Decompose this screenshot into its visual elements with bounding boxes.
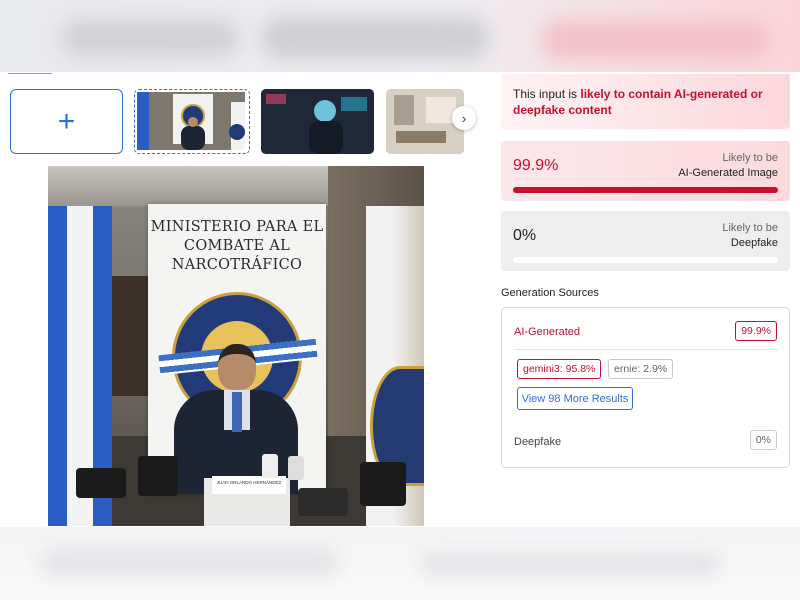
- deepfake-progress: [513, 257, 778, 263]
- notice-prefix: This input is: [513, 87, 581, 101]
- source-deepfake-label: Deepfake: [514, 436, 562, 448]
- thumbnail-image: [261, 89, 374, 154]
- analyzed-image: MINISTERIO PARA EL COMBATE AL NARCOTRÁFI…: [48, 166, 424, 526]
- deepfake-category: Deepfake: [730, 237, 778, 249]
- divider: [514, 349, 778, 350]
- view-more-results-button[interactable]: View 98 More Results: [517, 387, 633, 410]
- name-placard: JUAN ORLANDO HERNÁNDEZ: [212, 476, 286, 494]
- ai-generated-percent: 99.9%: [513, 157, 559, 174]
- ai-generated-score-card: 99.9% Likely to be AI-Generated Image: [501, 141, 790, 201]
- thumbnail-press-conference[interactable]: [134, 89, 250, 154]
- next-thumbnails-button[interactable]: ›: [452, 106, 476, 130]
- model-badge-ernie: ernie: 2.9%: [608, 359, 674, 379]
- deepfake-score-card: 0% Likely to be Deepfake: [501, 211, 790, 271]
- camera-icon: [360, 462, 406, 506]
- ai-generated-progress-fill: [513, 187, 778, 193]
- source-deepfake-score-badge: 0%: [749, 430, 777, 450]
- source-ai-score-badge: 99.9%: [735, 321, 777, 341]
- blurred-header: [0, 0, 800, 72]
- model-badge-gemini3: gemini3: 95.8%: [517, 359, 602, 379]
- speaker-figure: [174, 344, 298, 494]
- ai-generated-progress: [513, 187, 778, 193]
- camera-icon: [298, 488, 348, 516]
- blurred-footer: [0, 527, 800, 600]
- chevron-right-icon: ›: [461, 110, 467, 126]
- add-image-button[interactable]: +: [10, 89, 123, 154]
- microphone-icon: [262, 454, 278, 478]
- generation-sources-card: AI-Generated 99.9% gemini3: 95.8% ernie:…: [501, 307, 790, 468]
- ai-generated-category: AI-Generated Image: [678, 167, 778, 179]
- thumbnail-image: [137, 92, 245, 150]
- source-ai-label: AI-Generated: [514, 326, 581, 338]
- ai-generated-likely: Likely to be AI-Generated Image: [678, 152, 778, 179]
- banner-title: MINISTERIO PARA EL COMBATE AL NARCOTRÁFI…: [150, 219, 324, 273]
- microphone-icon: [288, 456, 304, 480]
- section-label-fragment: [8, 66, 52, 74]
- camera-icon: [76, 468, 126, 498]
- plus-icon: +: [57, 104, 76, 138]
- deepfake-likely: Likely to be Deepfake: [722, 222, 778, 249]
- camera-icon: [138, 456, 178, 496]
- detection-notice: This input is likely to contain AI-gener…: [501, 74, 790, 129]
- generation-sources-title: Generation Sources: [501, 287, 599, 299]
- deepfake-percent: 0%: [513, 227, 537, 244]
- thumbnail-neon-portrait[interactable]: [261, 89, 374, 154]
